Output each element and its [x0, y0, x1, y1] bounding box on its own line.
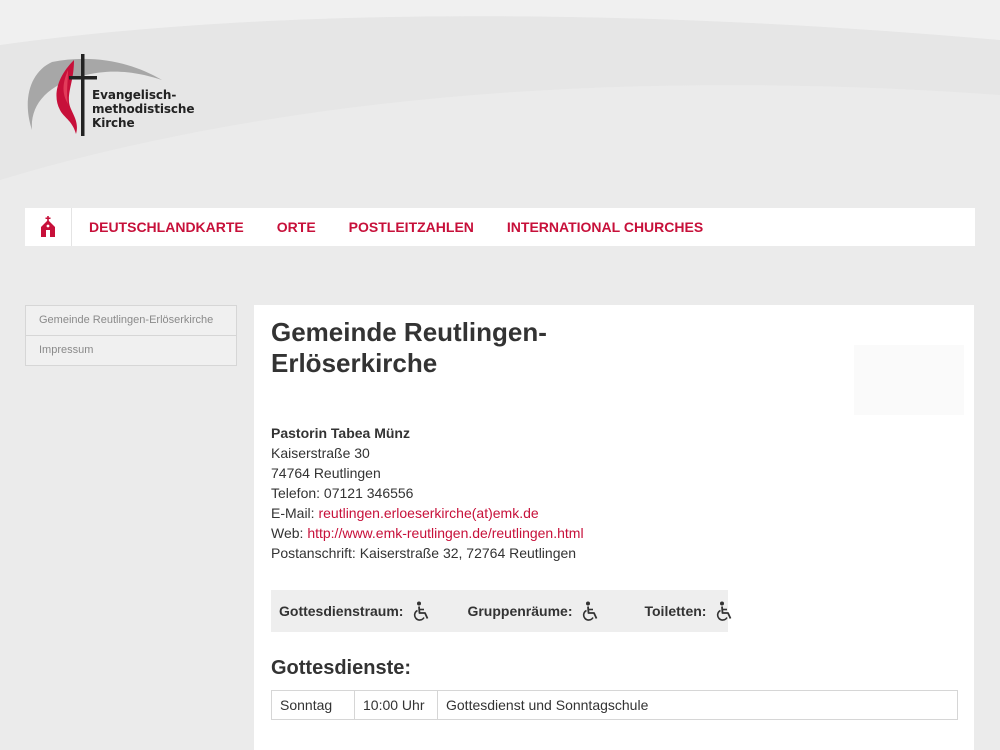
access-gottesdienstraum: Gottesdienstraum: — [279, 601, 431, 621]
web-row: Web: http://www.emk-reutlingen.de/reutli… — [271, 523, 584, 543]
postal-address: Postanschrift: Kaiserstraße 32, 72764 Re… — [271, 545, 577, 561]
nav-item-orte[interactable]: ORTE — [277, 219, 316, 235]
sidebar-menu: Gemeinde Reutlingen-Erlöserkirche Impres… — [25, 305, 237, 366]
logo-line: Kirche — [92, 116, 135, 130]
wheelchair-icon — [717, 601, 732, 621]
logo-wordmark: Evangelisch- methodistische Kirche — [92, 88, 195, 130]
home-button[interactable] — [25, 208, 72, 246]
pastor-name: Pastorin Tabea Münz — [271, 425, 410, 441]
nav-item-international-churches[interactable]: INTERNATIONAL CHURCHES — [507, 219, 703, 235]
logo-line: Evangelisch- — [92, 88, 177, 102]
contact-block: Pastorin Tabea Münz Kaiserstraße 30 7476… — [271, 423, 584, 563]
church-icon — [41, 216, 55, 237]
sidebar-item-gemeinde[interactable]: Gemeinde Reutlingen-Erlöserkirche — [25, 305, 237, 336]
sidebar-item-impressum[interactable]: Impressum — [25, 336, 237, 366]
phone: Telefon: 07121 346556 — [271, 485, 414, 501]
logo-line: methodistische — [92, 102, 195, 116]
service-day: Sonntag — [271, 690, 355, 720]
main-content: Gemeinde Reutlingen- Erlöserkirche Pasto… — [254, 305, 974, 750]
services-table: Sonntag 10:00 Uhr Gottesdienst und Sonnt… — [271, 690, 958, 720]
main-navigation: DEUTSCHLANDKARTE ORTE POSTLEITZAHLEN INT… — [25, 208, 975, 246]
wheelchair-icon — [414, 601, 429, 621]
access-gruppenraeume: Gruppenräume: — [467, 601, 600, 621]
city: 74764 Reutlingen — [271, 465, 381, 481]
page-title: Gemeinde Reutlingen- Erlöserkirche — [271, 317, 601, 379]
email-label: E-Mail: — [271, 505, 319, 521]
wheelchair-icon — [583, 601, 598, 621]
placeholder-area — [854, 345, 964, 415]
nav-item-deutschlandkarte[interactable]: DEUTSCHLANDKARTE — [89, 219, 244, 235]
table-row: Sonntag 10:00 Uhr Gottesdienst und Sonnt… — [271, 690, 958, 720]
nav-item-postleitzahlen[interactable]: POSTLEITZAHLEN — [349, 219, 474, 235]
page-title-line: Erlöserkirche — [271, 348, 438, 378]
access-label: Gottesdienstraum: — [279, 603, 404, 619]
access-label: Toiletten: — [644, 603, 707, 619]
service-description: Gottesdienst und Sonntagschule — [437, 690, 958, 720]
accessibility-bar: Gottesdienstraum: Gruppenräume: Toilette… — [271, 590, 732, 632]
email-row: E-Mail: reutlingen.erloeserkirche(at)emk… — [271, 503, 584, 523]
services-heading: Gottesdienste: — [271, 657, 412, 679]
access-label: Gruppenräume: — [467, 603, 573, 619]
web-label: Web: — [271, 525, 308, 541]
web-link[interactable]: http://www.emk-reutlingen.de/reutlingen.… — [307, 525, 583, 541]
email-link[interactable]: reutlingen.erloeserkirche(at)emk.de — [318, 505, 538, 521]
street: Kaiserstraße 30 — [271, 445, 370, 461]
service-time: 10:00 Uhr — [354, 690, 438, 720]
access-toiletten: Toiletten: — [644, 601, 734, 621]
page-title-line: Gemeinde Reutlingen- — [271, 317, 547, 347]
